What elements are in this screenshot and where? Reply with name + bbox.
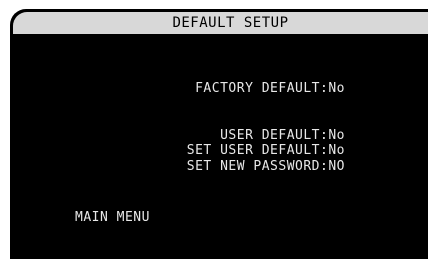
menu-item-set-new-password[interactable]: SET NEW PASSWORD:NO xyxy=(153,144,345,189)
title-bar: DEFAULT SETUP xyxy=(13,12,428,34)
menu-title: DEFAULT SETUP xyxy=(172,15,289,31)
main-menu-item[interactable]: MAIN MENU xyxy=(75,210,150,225)
menu-item-label: SET NEW PASSWORD: xyxy=(186,159,329,174)
menu-item-value: No xyxy=(328,81,345,96)
menu-item-value: NO xyxy=(328,159,345,174)
osd-screen: DEFAULT SETUP FACTORY DEFAULT:No USER DE… xyxy=(10,9,428,259)
menu-item-label: FACTORY DEFAULT: xyxy=(195,81,329,96)
menu-item-factory-default[interactable]: FACTORY DEFAULT:No xyxy=(162,66,345,111)
